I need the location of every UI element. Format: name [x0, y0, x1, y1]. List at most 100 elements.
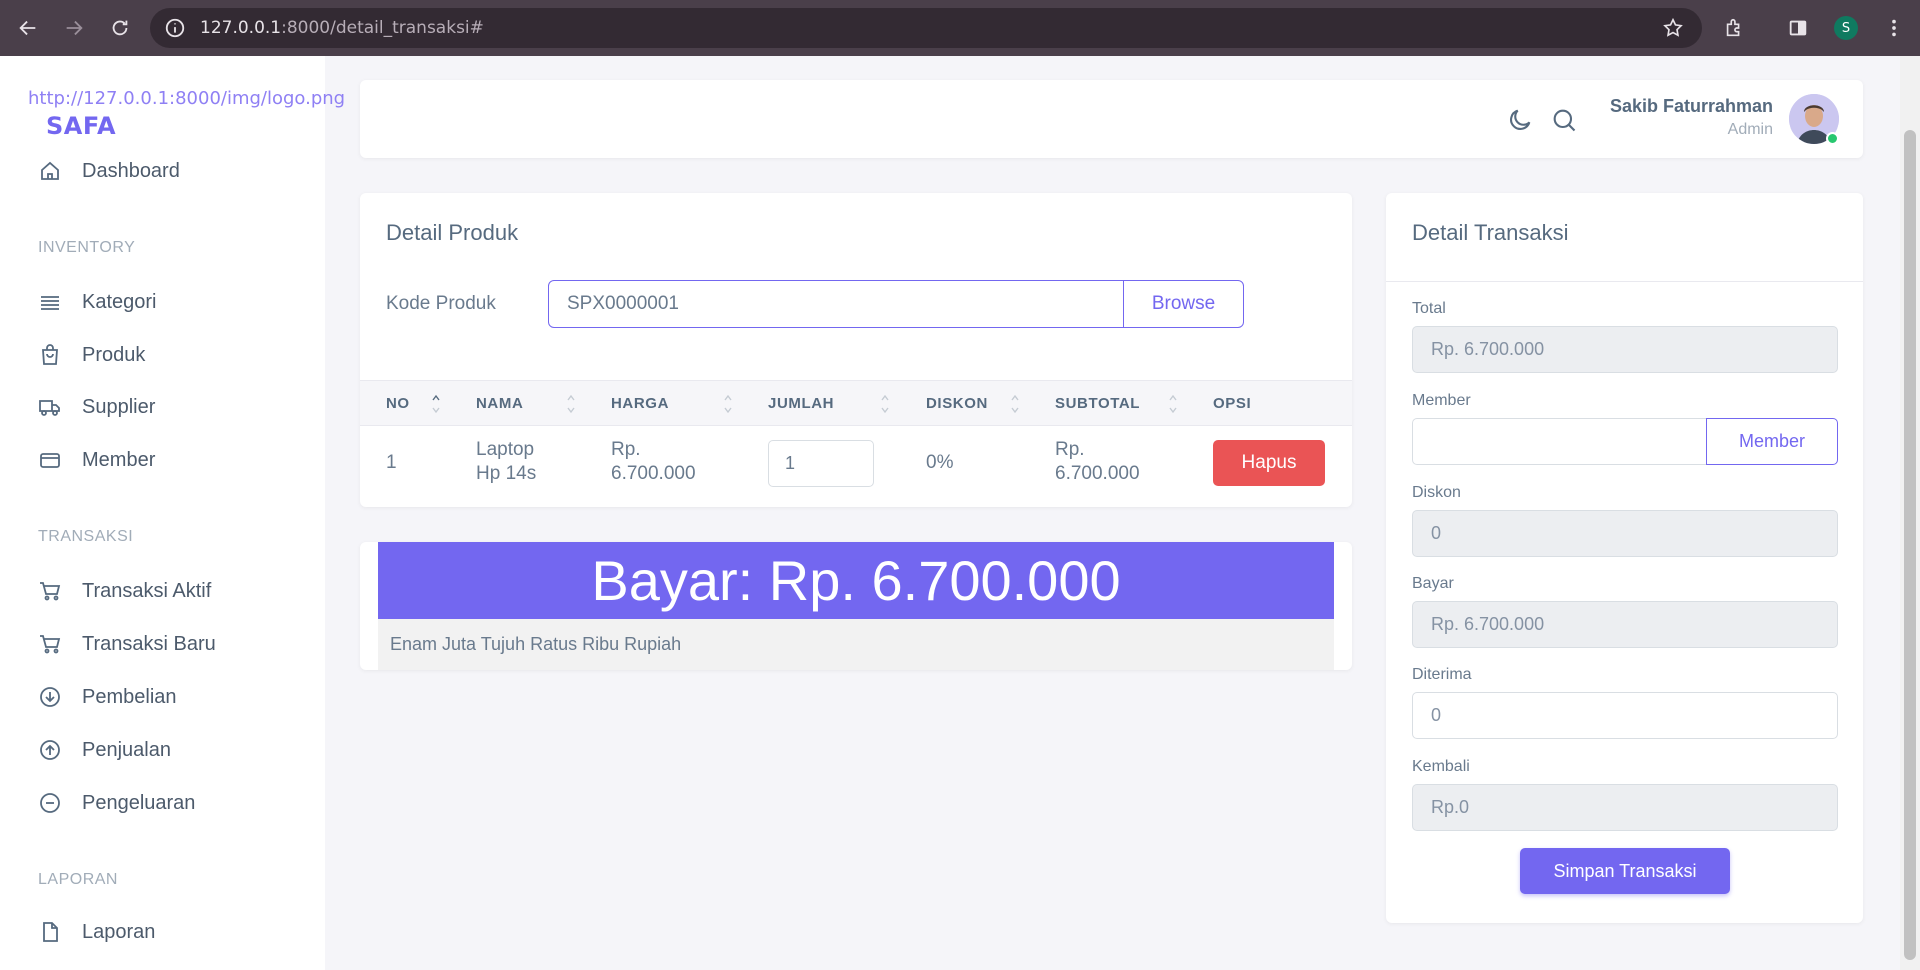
credit-card-icon [40, 453, 60, 468]
sort-icon[interactable] [1168, 392, 1178, 416]
detail-transaksi-card: Detail Transaksi Total Member Member Dis… [1386, 193, 1863, 923]
sidebar-item-transaksi-aktif[interactable]: Transaksi Aktif [38, 573, 211, 609]
user-role: Admin [1727, 121, 1773, 138]
page-scrollbar[interactable] [1900, 56, 1920, 970]
simpan-transaksi-button[interactable]: Simpan Transaksi [1520, 848, 1730, 894]
sort-icon[interactable] [723, 392, 733, 416]
total-label: Total [1412, 300, 1446, 317]
cell-subtotal-line2: 6.700.000 [1055, 463, 1140, 484]
cart-icon [40, 635, 61, 654]
extensions-icon[interactable] [1712, 6, 1756, 50]
arrow-down-circle-icon [40, 687, 60, 707]
hapus-button[interactable]: Hapus [1213, 440, 1325, 486]
sidebar-item-dashboard[interactable]: Dashboard [38, 153, 180, 189]
sidebar-item-supplier[interactable]: Supplier [38, 389, 155, 425]
reload-icon[interactable] [98, 6, 142, 50]
profile-button[interactable]: S [1824, 6, 1868, 50]
kebab-menu-icon[interactable] [1872, 6, 1916, 50]
kode-produk-label: Kode Produk [386, 293, 496, 314]
scrollbar-thumb[interactable] [1904, 130, 1916, 960]
cell-no: 1 [386, 452, 397, 473]
bayar-card: Bayar: Rp. 6.700.000 Enam Juta Tujuh Rat… [360, 542, 1352, 670]
section-header-transaksi: TRANSAKSI [38, 528, 134, 545]
sidebar-item-produk[interactable]: Produk [38, 337, 145, 373]
sidebar-item-label: Dashboard [82, 159, 180, 182]
column-header-diskon[interactable]: DISKON [926, 395, 988, 412]
sidebar-item-label: Penjualan [82, 738, 171, 761]
search-icon[interactable] [1550, 106, 1578, 134]
online-status-indicator [1826, 132, 1839, 145]
bayar-total-banner: Bayar: Rp. 6.700.000 [378, 542, 1334, 619]
terbilang-text: Enam Juta Tujuh Ratus Ribu Rupiah [378, 619, 1334, 670]
sidebar-item-laporan[interactable]: Laporan [38, 914, 155, 950]
member-label: Member [1412, 392, 1471, 409]
logo-image-alt: http://127.0.0.1:8000/img/logo.png [28, 88, 346, 109]
site-info-icon[interactable] [164, 17, 186, 39]
moon-icon[interactable] [1506, 106, 1534, 134]
column-header-jumlah[interactable]: JUMLAH [768, 395, 834, 412]
bayar-field [1412, 601, 1838, 648]
diskon-label: Diskon [1412, 484, 1461, 501]
table-header: NO NAMA HARGA JUMLAH DISKON SUBTOTAL OPS… [360, 380, 1352, 426]
sidebar-item-pembelian[interactable]: Pembelian [38, 679, 177, 715]
forward-icon[interactable] [52, 6, 96, 50]
column-header-harga[interactable]: HARGA [611, 395, 669, 412]
sidebar-item-label: Transaksi Baru [82, 632, 216, 655]
side-panel-icon[interactable] [1776, 6, 1820, 50]
list-icon [41, 296, 59, 310]
minus-circle-icon [40, 793, 60, 813]
bayar-label: Bayar [1412, 575, 1454, 592]
total-field [1412, 326, 1838, 373]
truck-icon [39, 400, 60, 416]
section-header-inventory: INVENTORY [38, 239, 136, 256]
home-icon [41, 161, 59, 180]
sidebar-item-transaksi-baru[interactable]: Transaksi Baru [38, 626, 216, 662]
diterima-input[interactable] [1412, 692, 1838, 739]
sort-icon[interactable] [1010, 392, 1020, 416]
user-name: Sakib Faturrahman [1609, 96, 1773, 116]
top-navbar: Sakib Faturrahman Admin [360, 80, 1863, 158]
diterima-label: Diterima [1412, 666, 1472, 683]
bookmark-star-icon[interactable] [1662, 17, 1684, 39]
column-header-no[interactable]: NO [386, 395, 410, 412]
sidebar-item-label: Supplier [82, 395, 156, 418]
sort-icon[interactable] [431, 392, 441, 416]
column-header-subtotal[interactable]: SUBTOTAL [1055, 395, 1140, 412]
arrow-up-circle-icon [40, 740, 60, 760]
sidebar-item-member[interactable]: Member [38, 442, 155, 478]
profile-avatar: S [1834, 16, 1858, 40]
sidebar-item-label: Transaksi Aktif [82, 579, 212, 602]
sidebar-item-label: Pembelian [82, 685, 177, 708]
jumlah-input[interactable] [768, 440, 874, 487]
sidebar-item-kategori[interactable]: Kategori [38, 284, 157, 320]
sidebar-item-label: Member [82, 448, 156, 471]
cart-icon [40, 582, 61, 601]
sort-icon[interactable] [566, 392, 576, 416]
address-bar[interactable]: 127.0.0.1:8000/detail_transaksi# [150, 8, 1702, 48]
browser-toolbar: 127.0.0.1:8000/detail_transaksi# S [0, 0, 1920, 56]
card-divider [1386, 281, 1863, 282]
diskon-field [1412, 510, 1838, 557]
cell-subtotal-line1: Rp. [1055, 439, 1085, 460]
browse-button[interactable]: Browse [1123, 280, 1244, 328]
back-icon[interactable] [6, 6, 50, 50]
kode-produk-input[interactable] [548, 280, 1124, 328]
brand-name[interactable]: SAFA [46, 112, 116, 140]
sidebar-item-penjualan[interactable]: Penjualan [38, 732, 171, 768]
column-header-nama[interactable]: NAMA [476, 395, 523, 412]
member-button[interactable]: Member [1706, 418, 1838, 465]
sidebar-item-label: Pengeluaran [82, 791, 196, 814]
sidebar-item-label: Produk [82, 343, 146, 366]
column-header-opsi: OPSI [1213, 395, 1252, 412]
cell-diskon: 0% [926, 452, 954, 473]
sidebar: http://127.0.0.1:8000/img/logo.png SAFA … [0, 56, 345, 970]
kembali-label: Kembali [1412, 758, 1470, 775]
sidebar-item-pengeluaran[interactable]: Pengeluaran [38, 785, 195, 821]
detail-produk-card: Detail Produk Kode Produk Browse NO NAMA… [360, 193, 1352, 507]
member-input[interactable] [1412, 418, 1708, 465]
cell-nama-line1: Laptop [476, 439, 535, 460]
file-icon [43, 922, 58, 942]
sort-icon[interactable] [880, 392, 890, 416]
cell-harga-line2: 6.700.000 [611, 463, 696, 484]
url-text: 127.0.0.1:8000/detail_transaksi# [200, 18, 484, 38]
